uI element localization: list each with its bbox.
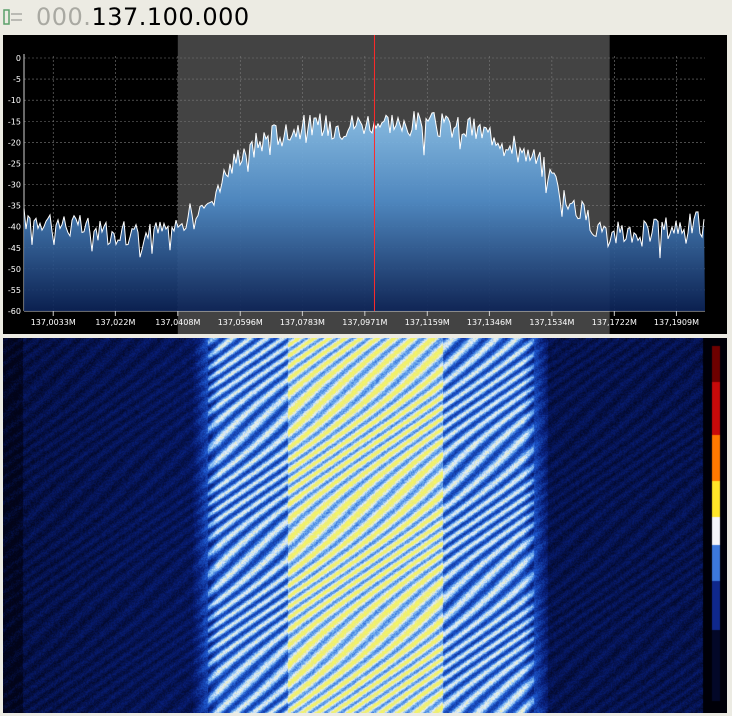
y-tick-label: -30	[8, 181, 21, 190]
y-tick-label: 0	[16, 54, 21, 63]
x-tick-label: 137,0971M	[342, 318, 387, 327]
x-tick-label: 137,0408M	[155, 318, 200, 327]
x-tick-label: 137,1346M	[467, 318, 512, 327]
waterfall-canvas[interactable]	[3, 338, 727, 713]
y-tick-label: -60	[8, 307, 21, 316]
frequency-display[interactable]: 000.137.100.000	[36, 2, 250, 32]
y-tick-label: -25	[8, 159, 21, 168]
x-tick-label: 137,022M	[95, 318, 135, 327]
x-tick-label: 137,0596M	[218, 318, 263, 327]
y-tick-label: -5	[13, 75, 21, 84]
frequency-bar: 000.137.100.000	[0, 0, 732, 34]
x-tick-label: 137,0783M	[280, 318, 325, 327]
spectrum-plot[interactable]: 0 -5 -10 -15 -20 -25 -30 -35 -40 -45 -50 -55 -60 137…	[3, 35, 727, 334]
y-tick-label: -55	[8, 286, 21, 295]
waterfall-display[interactable]	[3, 338, 727, 713]
spectrum-panel[interactable]: 0 -5 -10 -15 -20 -25 -30 -35 -40 -45 -50 -55 -60 137…	[3, 35, 727, 334]
frequency-value: 137.100.000	[91, 3, 250, 31]
y-tick-label: -15	[8, 117, 21, 126]
x-tick-label: 137,1534M	[529, 318, 574, 327]
x-tick-label: 137,1909M	[654, 318, 699, 327]
x-tick-label: 137,1159M	[405, 318, 450, 327]
y-tick-label: -35	[8, 202, 21, 211]
y-tick-label: -50	[8, 265, 21, 274]
frequency-prefix: 000.	[36, 3, 92, 31]
x-tick-label: 137,0033M	[31, 318, 76, 327]
y-tick-label: -10	[8, 96, 21, 105]
y-tick-label: -45	[8, 244, 21, 253]
y-tick-label: -40	[8, 223, 21, 232]
x-tick-label: 137,1722M	[592, 318, 637, 327]
y-tick-label: -20	[8, 138, 21, 147]
tuning-icon[interactable]	[2, 8, 28, 26]
